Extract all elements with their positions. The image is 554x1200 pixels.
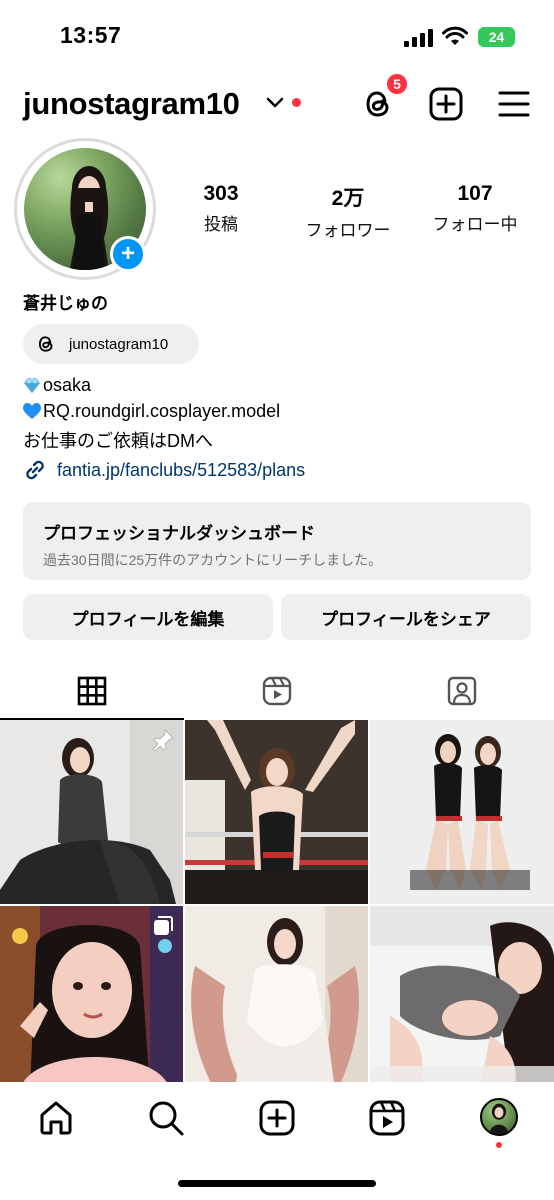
nav-reels[interactable] xyxy=(367,1098,407,1138)
dashboard-title: プロフェッショナルダッシュボード xyxy=(43,524,315,543)
battery-indicator: 24 xyxy=(478,27,515,47)
tab-tagged[interactable] xyxy=(370,662,554,720)
profile-tabs xyxy=(0,662,554,720)
account-switcher-username[interactable]: junostagram10 xyxy=(23,86,240,122)
signal-icon xyxy=(404,29,433,47)
stat-posts[interactable]: 303 投稿 xyxy=(156,182,286,235)
grid-post[interactable] xyxy=(0,720,183,904)
blue-heart-emoji-icon xyxy=(23,403,41,419)
grid-post[interactable] xyxy=(370,720,554,904)
bio-text: お仕事のご依頼はDMへ xyxy=(23,431,213,451)
profile-header: junostagram10 5 xyxy=(0,72,554,134)
nav-home[interactable] xyxy=(36,1098,76,1138)
tagged-icon xyxy=(447,676,477,706)
nav-search[interactable] xyxy=(146,1098,186,1138)
grid-post[interactable] xyxy=(370,906,554,1090)
tab-reels[interactable] xyxy=(185,662,369,720)
create-icon xyxy=(259,1100,295,1136)
notification-dot xyxy=(292,98,301,107)
threads-icon xyxy=(38,336,53,352)
avatar-photo xyxy=(489,1103,509,1134)
post-thumbnail xyxy=(185,906,368,1090)
chevron-down-icon[interactable] xyxy=(266,96,284,110)
post-thumbnail xyxy=(370,906,554,1090)
bio-line: お仕事のご依頼はDMへ xyxy=(23,427,213,453)
stat-label: 投稿 xyxy=(204,215,238,234)
grid-post[interactable] xyxy=(185,906,368,1090)
stat-value: 107 xyxy=(457,182,493,205)
nav-create[interactable] xyxy=(257,1098,297,1138)
tab-posts-grid[interactable] xyxy=(0,662,184,720)
status-time: 13:57 xyxy=(60,22,122,48)
wifi-icon xyxy=(442,26,468,45)
post-thumbnail xyxy=(185,720,368,904)
bio-text: RQ.roundgirl.cosplayer.model xyxy=(43,401,281,421)
bio-link-text: fantia.jp/fanclubs/512583/plans xyxy=(57,459,306,480)
carousel-icon xyxy=(154,916,173,935)
stat-value: 2万 xyxy=(331,187,365,210)
status-bar: 13:57 24 xyxy=(0,0,554,70)
display-name: 蒼井じゅの xyxy=(23,294,108,313)
grid-post[interactable] xyxy=(185,720,368,904)
stat-label: フォロー中 xyxy=(432,215,518,234)
edit-profile-button[interactable]: プロフィールを編集 xyxy=(23,594,273,640)
dashboard-subtitle: 過去30日間に25万件のアカウントにリーチしました。 xyxy=(43,552,383,568)
grid-post[interactable] xyxy=(0,906,183,1090)
gem-emoji-icon xyxy=(24,377,40,393)
reels-icon xyxy=(262,676,292,706)
professional-dashboard[interactable]: プロフェッショナルダッシュボード 過去30日間に25万件のアカウントにリーチしま… xyxy=(23,502,531,580)
post-thumbnail xyxy=(370,720,554,904)
search-icon xyxy=(149,1101,184,1136)
add-story-button[interactable]: + xyxy=(110,236,146,272)
bio-line: RQ.roundgirl.cosplayer.model xyxy=(23,401,280,422)
bio-link[interactable]: fantia.jp/fanclubs/512583/plans xyxy=(23,458,305,482)
bio-line: osaka xyxy=(23,375,91,396)
threads-profile-chip[interactable]: junostagram10 xyxy=(23,324,199,364)
home-icon xyxy=(40,1101,72,1135)
share-profile-button[interactable]: プロフィールをシェア xyxy=(281,594,531,640)
reels-icon xyxy=(369,1100,405,1136)
link-icon xyxy=(26,460,44,480)
battery-level: 24 xyxy=(488,29,505,45)
threads-handle: junostagram10 xyxy=(69,335,169,353)
menu-icon[interactable] xyxy=(497,88,531,120)
home-indicator[interactable] xyxy=(178,1180,376,1187)
stat-value: 303 xyxy=(203,182,239,205)
profile-notification-dot xyxy=(496,1142,502,1148)
grid-icon xyxy=(77,676,107,706)
create-icon[interactable] xyxy=(428,86,464,122)
pin-icon xyxy=(152,729,174,752)
threads-badge: 5 xyxy=(385,72,409,96)
nav-profile-avatar[interactable] xyxy=(480,1098,518,1136)
stat-followers[interactable]: 2万 フォロワー xyxy=(283,182,413,241)
stat-label: フォロワー xyxy=(305,221,391,240)
bio-text: osaka xyxy=(43,375,92,395)
stat-following[interactable]: 107 フォロー中 xyxy=(410,182,540,235)
